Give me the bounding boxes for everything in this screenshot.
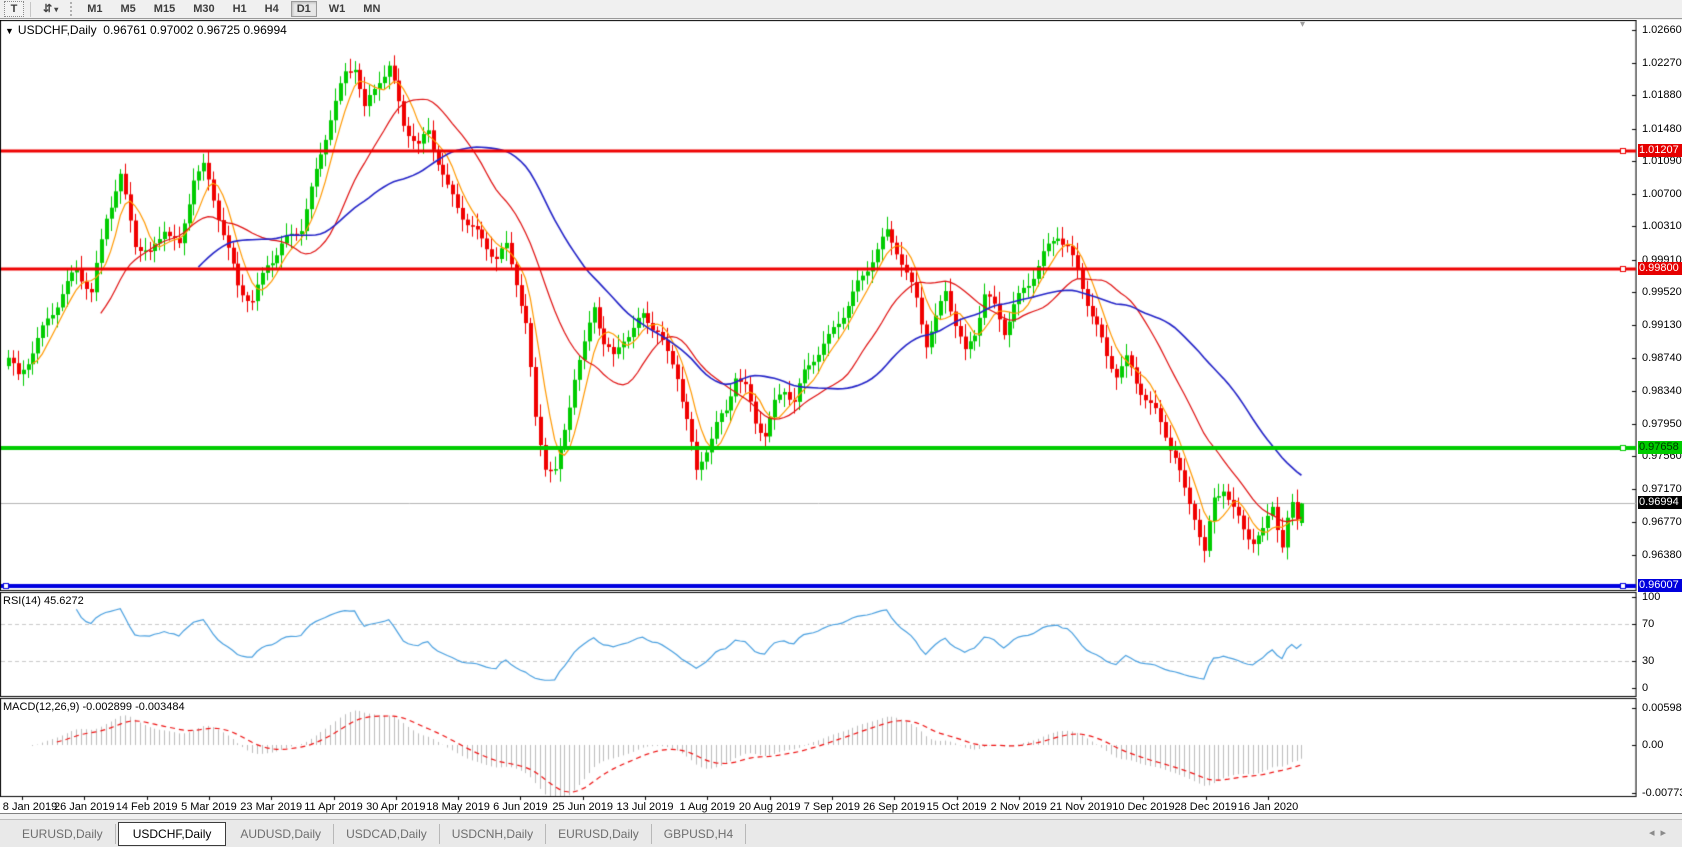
date-tick-label: 26 Sep 2019 <box>863 801 925 813</box>
price-tick-label: 0.99520 <box>1642 286 1682 298</box>
timeframe-button-h4[interactable]: H4 <box>259 1 285 17</box>
price-tick-label: 1.02270 <box>1642 57 1682 69</box>
rsi-scale-label: 70 <box>1642 618 1654 630</box>
date-tick-label: 11 Apr 2019 <box>304 801 363 813</box>
date-tick-label: 20 Aug 2019 <box>739 801 801 813</box>
timeframe-button-m30[interactable]: M30 <box>187 1 220 17</box>
rsi-scale-label: 0 <box>1642 682 1648 694</box>
price-tick-label: 0.96380 <box>1642 549 1682 561</box>
macd-scale-label: 0.00 <box>1642 739 1663 751</box>
tab-usdcnh-daily[interactable]: USDCNH,Daily <box>440 824 546 844</box>
tab-scroll-left-icon[interactable]: ◂ <box>1649 827 1661 839</box>
rsi-scale-label: 100 <box>1642 591 1660 603</box>
timeframe-button-d1[interactable]: D1 <box>291 1 317 17</box>
price-tick-label: 0.96770 <box>1642 516 1682 528</box>
price-tick-label: 0.97950 <box>1642 418 1682 430</box>
chart-title-symbol: USDCHF,Daily <box>18 23 97 37</box>
date-tick-label: 5 Mar 2019 <box>181 801 237 813</box>
price-tick-label: 1.00310 <box>1642 220 1682 232</box>
mt4-window: T ⇵▾ M1M5M15M30H1H4D1W1MN ▼USDCHF,Daily … <box>0 0 1682 847</box>
timeframe-button-m15[interactable]: M15 <box>148 1 181 17</box>
date-tick-label: 2 Nov 2019 <box>991 801 1047 813</box>
tab-eurusd-daily[interactable]: EURUSD,Daily <box>10 824 116 844</box>
text-tool-button[interactable]: T <box>4 1 24 17</box>
macd-scale-label: -0.007737 <box>1642 787 1682 799</box>
date-tick-label: 16 Jan 2020 <box>1238 801 1299 813</box>
macd-indicator-label: MACD(12,26,9) -0.002899 -0.003484 <box>3 701 185 713</box>
main-toolbar: T ⇵▾ M1 M5 M15 M30 H1 H4 D1 W1 MN <box>0 0 1682 19</box>
chart-scroll-position-marker[interactable]: ▾ <box>1300 19 1305 30</box>
date-tick-label: 13 Jul 2019 <box>617 801 674 813</box>
tab-scroll-arrows[interactable]: ◂▸ <box>1649 826 1672 839</box>
price-tick-label: 1.01480 <box>1642 123 1682 135</box>
tab-audusd-daily[interactable]: AUDUSD,Daily <box>228 824 334 844</box>
chart-tab-bar: EURUSD,DailyUSDCHF,DailyAUDUSD,DailyUSDC… <box>0 819 1682 847</box>
dropdown-caret-icon: ▾ <box>54 5 58 14</box>
price-chart-canvas[interactable] <box>0 20 1637 812</box>
date-tick-label: 23 Mar 2019 <box>240 801 302 813</box>
date-tick-label: 7 Sep 2019 <box>804 801 860 813</box>
timeframe-button-w1[interactable]: W1 <box>323 1 352 17</box>
chart-title-ohlc: 0.96761 0.97002 0.96725 0.96994 <box>103 23 287 37</box>
price-tick-label: 0.98740 <box>1642 352 1682 364</box>
price-level-badge: 0.96994 <box>1638 496 1682 509</box>
chart-tabs: EURUSD,DailyUSDCHF,DailyAUDUSD,DailyUSDC… <box>10 822 746 846</box>
price-level-badge: 0.97658 <box>1638 441 1682 454</box>
tab-scroll-right-icon[interactable]: ▸ <box>1660 827 1672 839</box>
timeframe-button-m1[interactable]: M1 <box>81 1 108 17</box>
date-tick-label: 14 Feb 2019 <box>116 801 178 813</box>
timeframe-button-h1[interactable]: H1 <box>227 1 253 17</box>
date-tick-label: 28 Dec 2019 <box>1174 801 1236 813</box>
rsi-scale-label: 30 <box>1642 655 1654 667</box>
rsi-indicator-label: RSI(14) 45.6272 <box>3 595 84 607</box>
price-tick-label: 1.01880 <box>1642 89 1682 101</box>
date-tick-label: 25 Jun 2019 <box>552 801 613 813</box>
arrow-style-icon: ⇵ <box>43 3 52 15</box>
collapse-triangle-icon: ▼ <box>5 26 14 36</box>
price-tick-label: 0.98340 <box>1642 385 1682 397</box>
price-level-badge: 0.99800 <box>1638 262 1682 275</box>
timeframe-button-mn[interactable]: MN <box>357 1 386 17</box>
toolbar-separator <box>30 2 31 17</box>
price-tick-label: 0.97170 <box>1642 483 1682 495</box>
macd-scale-label: 0.005986 <box>1642 702 1682 714</box>
chart-area: ▼ USDCHF,Daily 0.96761 0.97002 0.96725 0.… <box>0 20 1682 814</box>
price-level-badge: 1.01207 <box>1638 144 1682 157</box>
chart-title: ▼ USDCHF,Daily 0.96761 0.97002 0.96725 0.… <box>5 23 287 37</box>
tab-usdcad-daily[interactable]: USDCAD,Daily <box>334 824 440 844</box>
toolbar-grip <box>70 2 75 16</box>
date-tick-label: 18 May 2019 <box>426 801 490 813</box>
price-tick-label: 0.99130 <box>1642 319 1682 331</box>
date-tick-label: 15 Oct 2019 <box>927 801 987 813</box>
date-tick-label: 10 Dec 2019 <box>1112 801 1174 813</box>
date-tick-label: 30 Apr 2019 <box>366 801 425 813</box>
arrow-style-button[interactable]: ⇵▾ <box>37 1 64 17</box>
tab-usdchf-daily[interactable]: USDCHF,Daily <box>118 822 227 846</box>
date-tick-label: 8 Jan 2019 <box>3 801 57 813</box>
timeframe-button-m5[interactable]: M5 <box>115 1 142 17</box>
price-tick-label: 1.00700 <box>1642 188 1682 200</box>
date-tick-label: 21 Nov 2019 <box>1050 801 1112 813</box>
price-tick-label: 1.02660 <box>1642 24 1682 36</box>
tab-gbpusd-h4[interactable]: GBPUSD,H4 <box>652 824 746 844</box>
date-tick-label: 26 Jan 2019 <box>54 801 115 813</box>
date-tick-label: 6 Jun 2019 <box>493 801 547 813</box>
tab-eurusd-daily[interactable]: EURUSD,Daily <box>546 824 652 844</box>
timeframe-button-group: M1 M5 M15 M30 H1 H4 D1 W1 MN <box>81 1 386 17</box>
date-tick-label: 1 Aug 2019 <box>679 801 735 813</box>
